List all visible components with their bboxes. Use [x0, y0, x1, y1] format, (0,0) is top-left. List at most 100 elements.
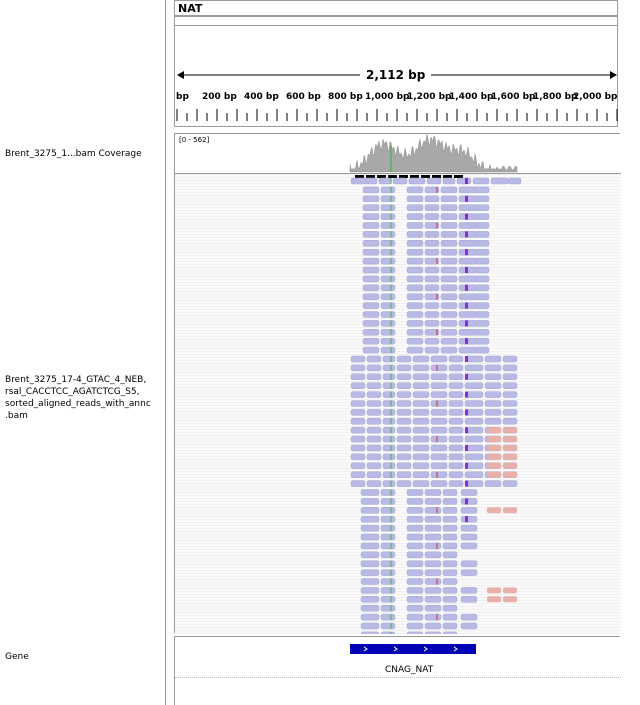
insertion-marker — [465, 516, 468, 523]
aligned-read — [412, 382, 430, 389]
aligned-read — [448, 409, 464, 416]
aligned-read — [442, 622, 458, 630]
aligned-read — [360, 542, 380, 550]
aligned-read — [440, 275, 458, 283]
aligned-read — [366, 400, 382, 407]
aligned-read — [474, 329, 490, 336]
aligned-read — [458, 311, 478, 318]
aligned-read — [424, 337, 440, 345]
aligned-read — [430, 462, 448, 470]
aligned-read — [464, 364, 484, 372]
alignment-track-name[interactable]: Brent_3275_17-4_GTAC_4_NEB, rsal_CACCTCC… — [5, 374, 163, 422]
aligned-read — [440, 248, 458, 256]
aligned-read — [380, 275, 396, 283]
aligned-read — [442, 604, 458, 612]
aligned-read — [502, 480, 518, 487]
aligned-read — [430, 480, 448, 487]
coverage-histogram[interactable] — [175, 134, 621, 174]
aligned-read — [458, 204, 478, 211]
aligned-read — [396, 400, 412, 407]
alignment-area[interactable] — [175, 174, 621, 634]
aligned-read — [412, 462, 430, 470]
aligned-read — [448, 418, 464, 425]
aligned-read — [380, 213, 396, 220]
aligned-read — [448, 382, 464, 389]
aligned-read — [360, 578, 380, 585]
gene-feature[interactable] — [350, 644, 476, 654]
aligned-read — [474, 337, 490, 345]
aligned-read — [380, 195, 396, 203]
read-block-marker — [443, 175, 452, 178]
aligned-read — [396, 471, 412, 478]
insertion-marker — [465, 231, 468, 238]
aligned-read — [406, 329, 424, 336]
aligned-read — [458, 275, 478, 283]
aligned-read — [442, 631, 458, 634]
coverage-track-name[interactable]: Brent_3275_1...bam Coverage — [5, 148, 142, 160]
aligned-read — [442, 177, 456, 185]
aligned-read — [380, 631, 396, 634]
aligned-read — [350, 382, 366, 389]
aligned-read — [382, 480, 396, 487]
chromosome-ideogram[interactable] — [174, 16, 618, 26]
aligned-read — [458, 346, 478, 354]
gene-track-name[interactable]: Gene — [5, 651, 29, 663]
aligned-read — [412, 426, 430, 434]
read-block-marker — [454, 175, 463, 178]
chromosome-bar[interactable]: NAT — [174, 0, 618, 16]
aligned-read — [380, 569, 396, 576]
aligned-read — [406, 320, 424, 327]
aligned-read — [440, 284, 458, 292]
aligned-read — [442, 489, 458, 496]
ruler-tick-label: bp — [176, 92, 189, 102]
aligned-read — [380, 302, 396, 309]
aligned-read — [360, 560, 380, 567]
aligned-read — [380, 337, 396, 345]
aligned-read — [382, 409, 396, 416]
aligned-read — [448, 444, 464, 452]
aligned-read — [430, 453, 448, 461]
ruler[interactable]: 2,112 bp bp 200 bp 400 bp 600 bp 800 bp … — [174, 26, 618, 126]
insertion-marker — [465, 445, 468, 451]
mismatch-read — [503, 462, 517, 469]
alignment-reads[interactable] — [175, 174, 621, 634]
aligned-read — [362, 337, 380, 345]
aligned-read — [396, 426, 412, 434]
aligned-read — [412, 453, 430, 461]
aligned-read — [360, 507, 380, 514]
aligned-read — [360, 489, 380, 496]
aligned-read — [378, 177, 392, 185]
aligned-read — [396, 382, 412, 389]
aligned-read — [460, 489, 478, 496]
aligned-read — [362, 320, 380, 327]
read-block-marker — [410, 175, 419, 178]
aligned-read — [350, 462, 366, 470]
aligned-read — [424, 622, 442, 630]
aligned-read — [360, 524, 380, 532]
aligned-read — [424, 578, 442, 585]
ruler-tick-label: 1,800 bp — [533, 92, 578, 102]
aligned-read — [424, 275, 440, 283]
aligned-read — [380, 542, 396, 550]
aligned-read — [440, 186, 458, 194]
aligned-read — [380, 346, 396, 354]
aligned-read — [460, 569, 478, 576]
aligned-read — [380, 248, 396, 256]
aligned-read — [382, 426, 396, 434]
aligned-read — [464, 471, 484, 478]
aligned-read — [382, 418, 396, 425]
aligned-read — [406, 524, 424, 532]
aligned-read — [380, 596, 396, 603]
aligned-read — [424, 320, 440, 327]
data-panel: [0 - 562] — [174, 133, 621, 634]
gene-track-dotline — [175, 677, 621, 678]
insertion-marker — [465, 302, 468, 309]
aligned-read — [424, 524, 442, 532]
aligned-read — [366, 409, 382, 416]
aligned-read — [442, 587, 458, 594]
aligned-read — [380, 186, 396, 194]
aligned-read — [366, 471, 382, 478]
alignment-name-line: Brent_3275_17-4_GTAC_4_NEB, — [5, 375, 147, 385]
aligned-read — [464, 418, 484, 425]
aligned-read — [380, 222, 396, 229]
